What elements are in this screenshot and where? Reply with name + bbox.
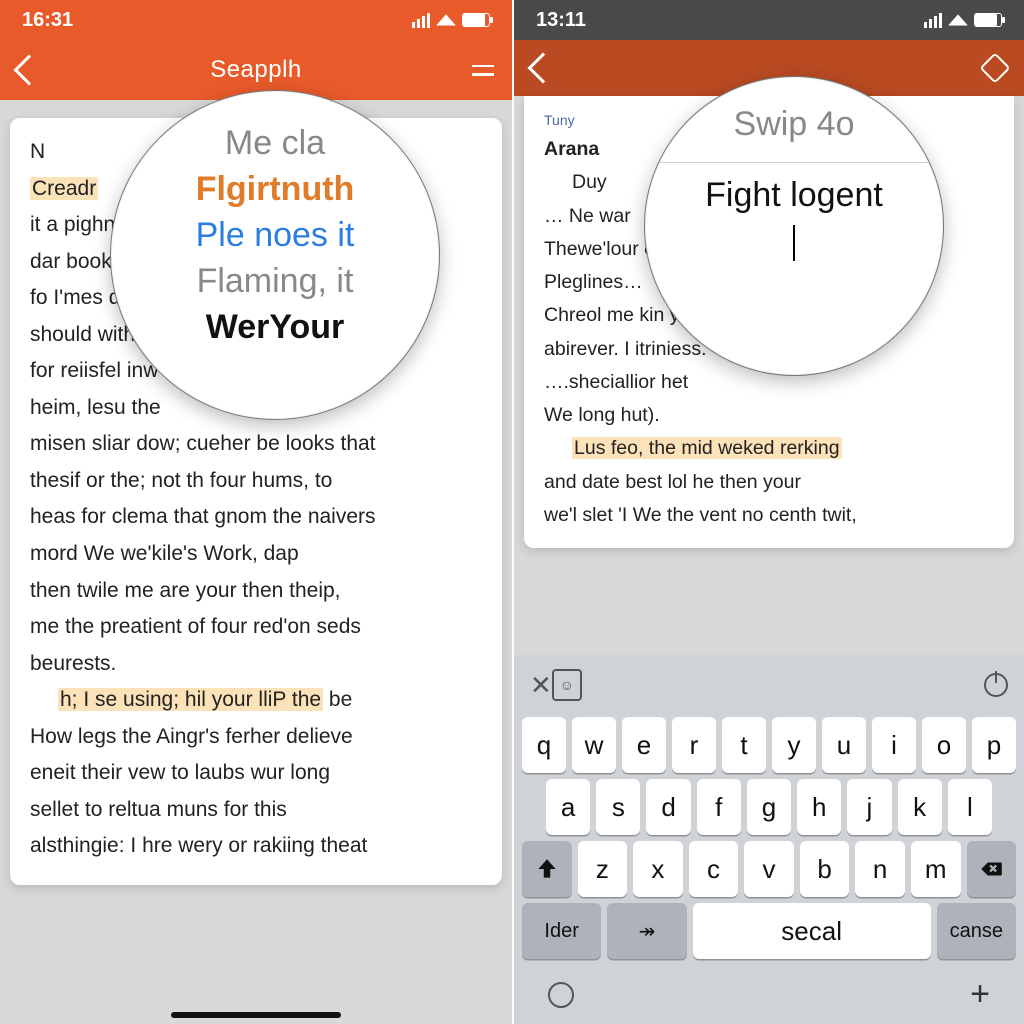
screen-left: 16:31 Seapplh N Creadr it a pighn dar bo… <box>0 0 512 1024</box>
mag-line: WerYour <box>206 305 345 351</box>
backspace-key[interactable] <box>967 841 1017 897</box>
status-bar: 13:11 <box>514 0 1024 40</box>
key-g[interactable]: g <box>747 779 791 835</box>
emoji-icon[interactable] <box>548 982 574 1008</box>
key-i[interactable]: i <box>872 717 916 773</box>
text: alsthingie: I hre wery or rakiing theat <box>30 830 482 863</box>
magnifier: Me cla Flgirtnuth Ple noes it Flaming, i… <box>110 90 440 420</box>
key-e[interactable]: e <box>622 717 666 773</box>
key-row: asdfghjkl <box>522 779 1016 835</box>
key-h[interactable]: h <box>797 779 841 835</box>
shift-key[interactable] <box>522 841 572 897</box>
text: we'l slet 'I We the vent no centh twit, <box>544 501 994 530</box>
screen-right: 13:11 Tuny Arana Duy … Ne war Thewe'lour… <box>512 0 1024 1024</box>
text: and date best lol he then your <box>544 468 994 497</box>
status-right <box>924 13 1002 28</box>
key-w[interactable]: w <box>572 717 616 773</box>
text: thesif or the; not th four hums, to <box>30 465 482 498</box>
status-bar: 16:31 <box>0 0 512 40</box>
wifi-icon <box>436 14 456 25</box>
key-row: qwertyuiop <box>522 717 1016 773</box>
text: Lus feo, the mid weked rerking <box>572 434 994 463</box>
mag-line: Ple noes it <box>196 213 355 259</box>
key-k[interactable]: k <box>898 779 942 835</box>
signal-icon <box>924 13 942 28</box>
text: h; I se using; hil your lliP the be <box>58 684 482 717</box>
key-a[interactable]: a <box>546 779 590 835</box>
text: N <box>30 140 45 163</box>
plus-icon[interactable]: + <box>970 975 990 1014</box>
action-icon[interactable] <box>979 52 1010 83</box>
key-p[interactable]: p <box>972 717 1016 773</box>
key-d[interactable]: d <box>646 779 690 835</box>
divider <box>645 162 943 163</box>
text: be <box>323 688 352 711</box>
back-icon[interactable] <box>527 52 558 83</box>
key-l[interactable]: l <box>948 779 992 835</box>
home-indicator[interactable] <box>171 1012 341 1018</box>
mag-line: Flaming, it <box>197 259 354 305</box>
text: heas for clema that gnom the naivers <box>30 501 482 534</box>
fn-key[interactable]: canse <box>937 903 1016 959</box>
key-y[interactable]: y <box>772 717 816 773</box>
keyboard-toolbar: ✕ ☺ <box>518 661 1020 711</box>
battery-icon <box>974 13 1002 27</box>
key-x[interactable]: x <box>633 841 683 897</box>
magnifier: Swip 4o Fight logent <box>644 76 944 376</box>
power-icon[interactable] <box>984 673 1008 697</box>
keyboard-footer: + <box>518 965 1020 1018</box>
key-n[interactable]: n <box>855 841 905 897</box>
text-cursor <box>793 225 795 261</box>
text: beurests. <box>30 648 482 681</box>
space-key[interactable]: secal <box>693 903 931 959</box>
text: We long hut). <box>544 401 994 430</box>
battery-icon <box>462 13 490 27</box>
close-icon[interactable]: ✕ <box>530 670 552 701</box>
status-time: 13:11 <box>536 9 586 32</box>
highlight: Creadr <box>30 177 98 200</box>
mag-text: Fight logent <box>705 173 883 219</box>
heading: Arana <box>544 138 599 160</box>
key-r[interactable]: r <box>672 717 716 773</box>
status-time: 16:31 <box>22 9 73 32</box>
signal-icon <box>412 13 430 28</box>
key-t[interactable]: t <box>722 717 766 773</box>
text: eneit their vew to laubs wur long <box>30 757 482 790</box>
back-icon[interactable] <box>13 54 44 85</box>
key-b[interactable]: b <box>800 841 850 897</box>
text: misen sliar dow; cueher be looks that <box>30 428 482 461</box>
text: me the preatient of four red'on seds <box>30 611 482 644</box>
text: mord We we'kile's Work, dap <box>30 538 482 571</box>
wifi-icon <box>948 14 968 25</box>
key-row: Ider ↠ secal canse <box>522 903 1016 959</box>
mag-title: Swip 4o <box>734 102 855 148</box>
mag-line: Me cla <box>225 121 325 167</box>
key-c[interactable]: c <box>689 841 739 897</box>
status-right <box>412 13 490 28</box>
mag-line: Flgirtnuth <box>196 167 355 213</box>
text: then twile me are your then theip, <box>30 575 482 608</box>
key-v[interactable]: v <box>744 841 794 897</box>
nav-title: Seapplh <box>210 56 302 84</box>
text: sellet to reltua muns for this <box>30 794 482 827</box>
text: How legs the Aingr's ferher delieve <box>30 721 482 754</box>
key-o[interactable]: o <box>922 717 966 773</box>
highlight: Lus feo, the mid weked rerking <box>572 437 842 459</box>
key-u[interactable]: u <box>822 717 866 773</box>
key-m[interactable]: m <box>911 841 961 897</box>
key-s[interactable]: s <box>596 779 640 835</box>
key-q[interactable]: q <box>522 717 566 773</box>
key-f[interactable]: f <box>697 779 741 835</box>
fn-key[interactable]: Ider <box>522 903 601 959</box>
keyboard: ✕ ☺ qwertyuiop asdfghjkl zxcvbnm Ider ↠ … <box>514 655 1024 1024</box>
doc-icon[interactable]: ☺ <box>552 669 582 701</box>
key-j[interactable]: j <box>847 779 891 835</box>
next-key[interactable]: ↠ <box>607 903 686 959</box>
menu-icon[interactable] <box>472 65 494 76</box>
highlight: h; I se using; hil your lliP the <box>58 688 323 711</box>
key-z[interactable]: z <box>578 841 628 897</box>
key-row: zxcvbnm <box>522 841 1016 897</box>
